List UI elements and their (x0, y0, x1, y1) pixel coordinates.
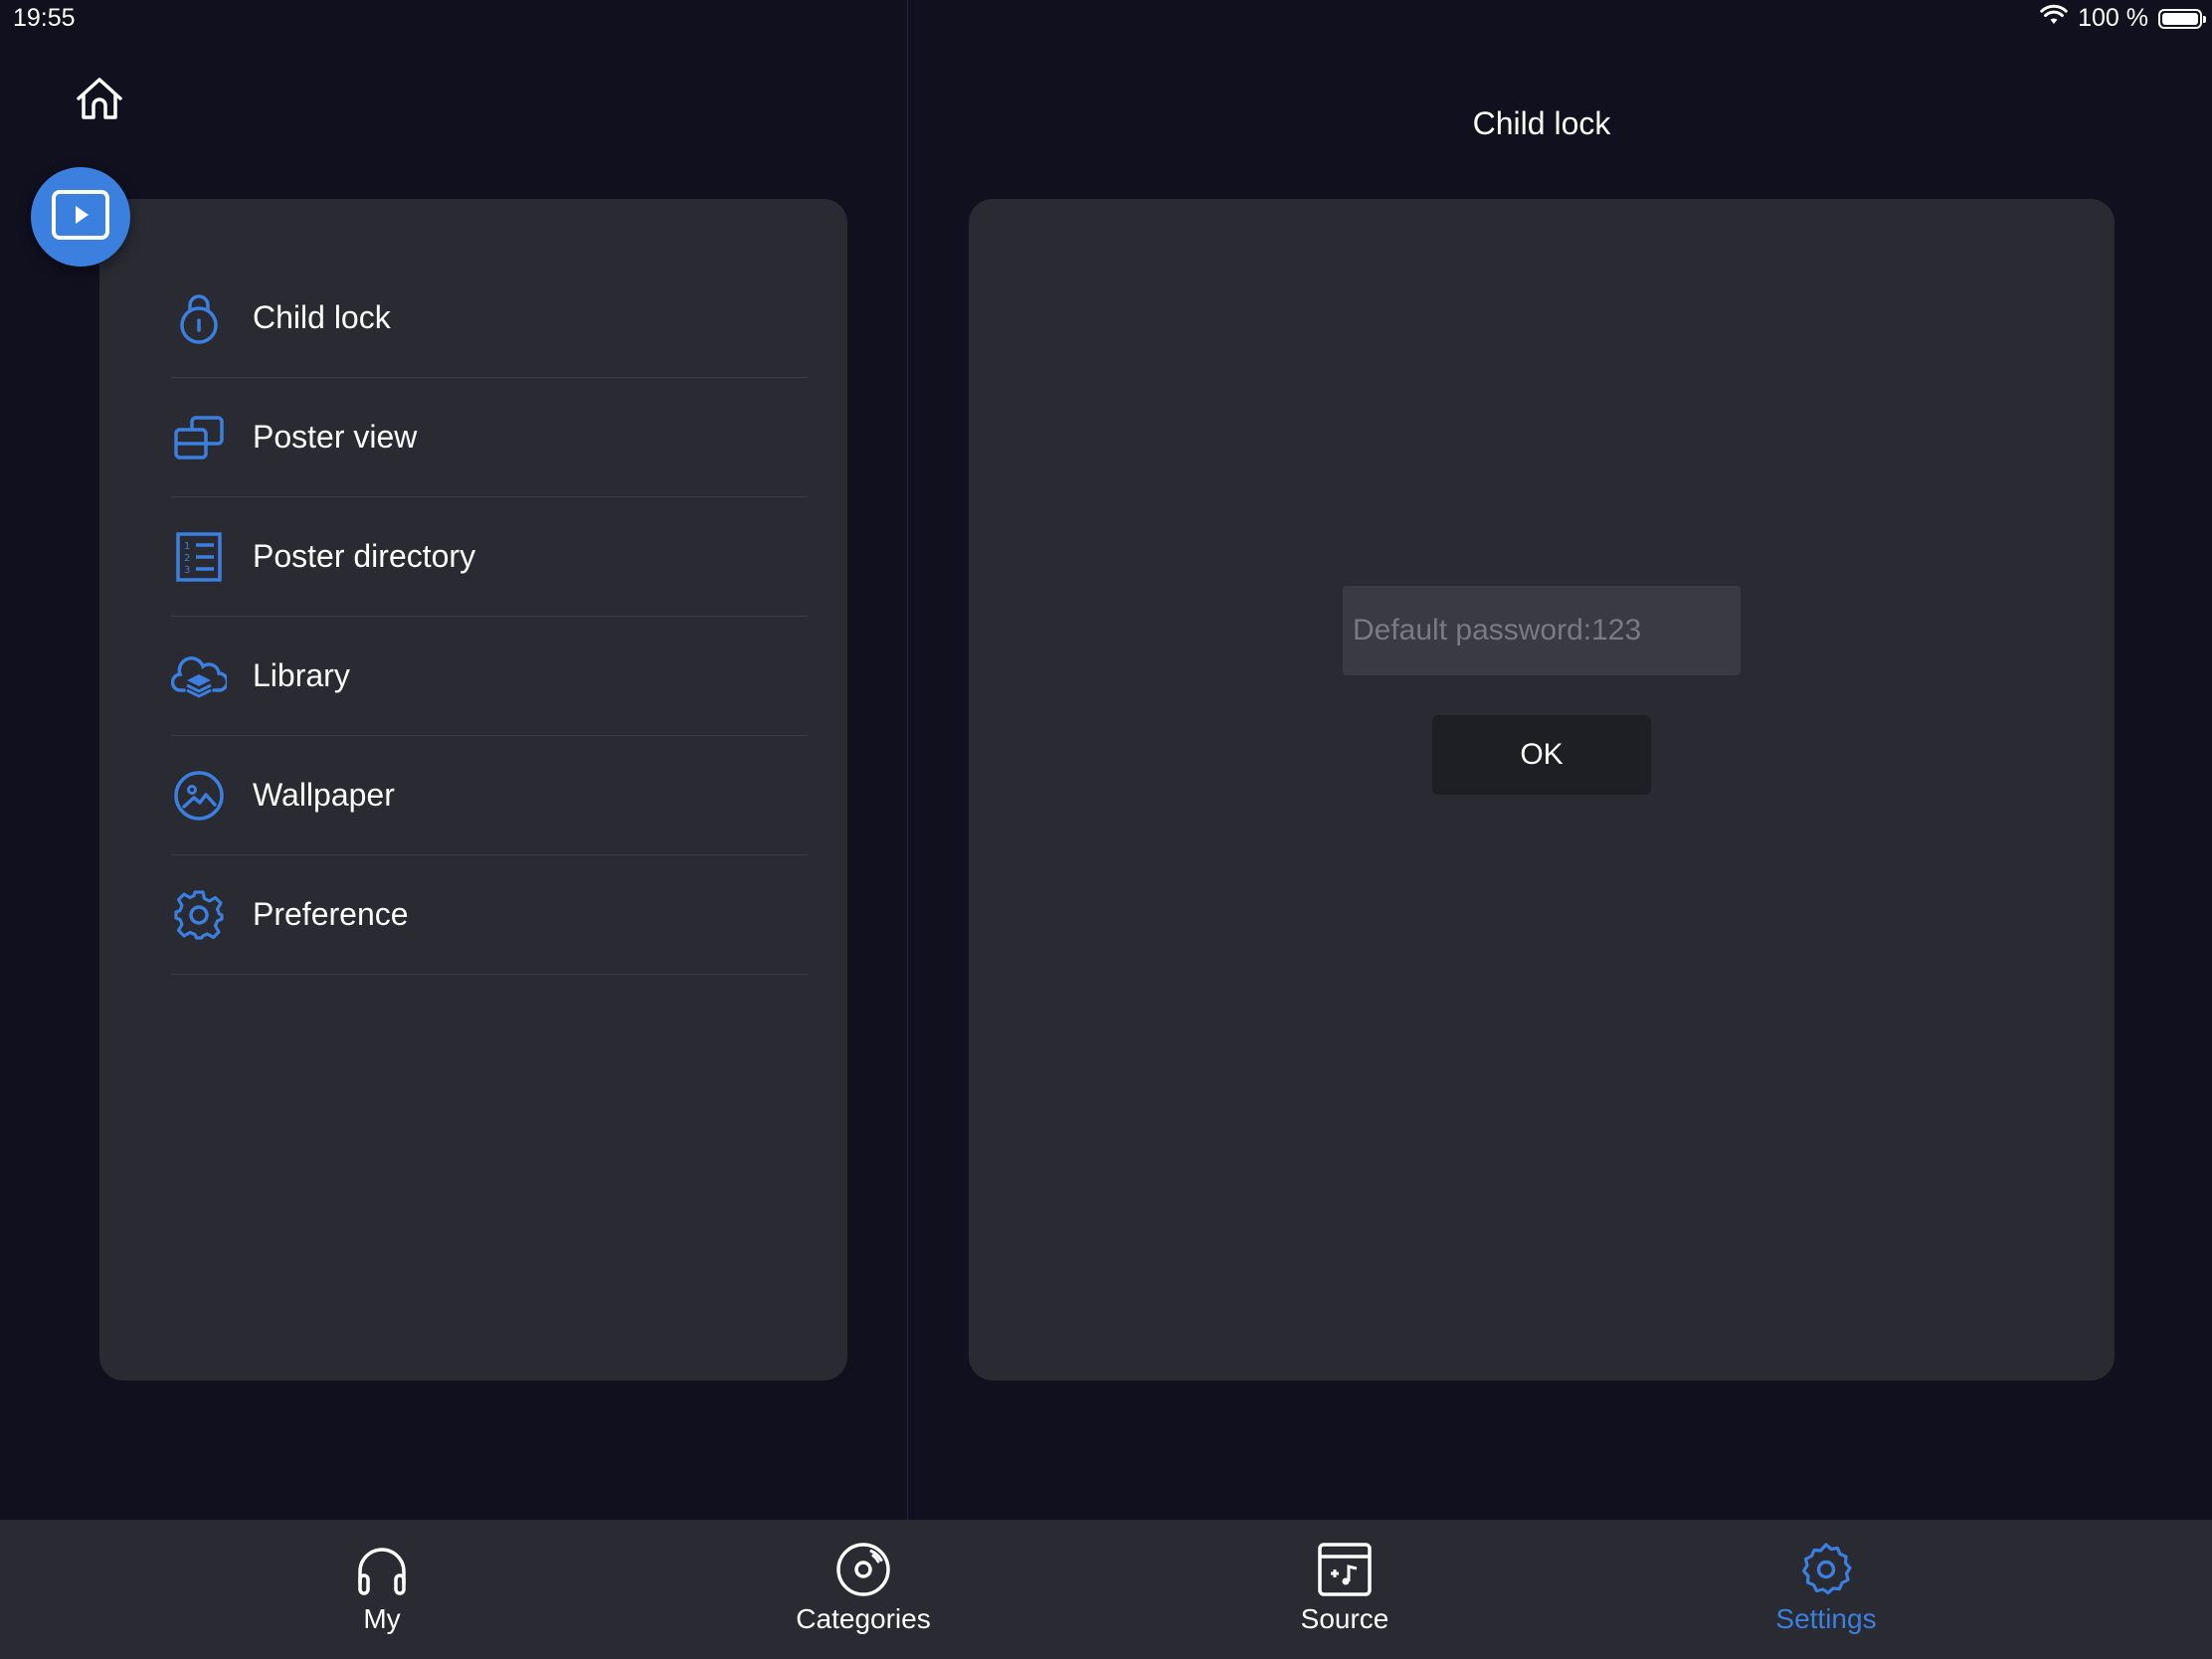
cloud-layers-icon (171, 648, 227, 704)
status-time: 19:55 (13, 4, 76, 32)
tab-label: Settings (1775, 1603, 1877, 1634)
menu-item-library[interactable]: Library (171, 617, 808, 736)
menu-item-wallpaper[interactable]: Wallpaper (171, 736, 808, 855)
menu-item-label: Preference (253, 896, 409, 932)
tab-label: My (363, 1603, 401, 1634)
tab-label: Categories (796, 1603, 931, 1634)
split-divider (907, 0, 908, 1520)
menu-item-label: Poster directory (253, 538, 476, 574)
tab-bar: My Categories Source Settings (0, 1520, 2212, 1659)
settings-menu-list: Child lock Poster view 1 2 3 Poster dire… (171, 259, 808, 975)
image-icon (171, 768, 227, 824)
password-input[interactable] (1343, 586, 1741, 675)
floating-play-button[interactable] (31, 167, 130, 267)
battery-icon (2158, 8, 2206, 29)
menu-item-label: Library (253, 657, 350, 693)
page-title: Child lock (1472, 105, 1611, 141)
settings-menu-panel: Child lock Poster view 1 2 3 Poster dire… (99, 199, 847, 1381)
battery-percent: 100 % (2078, 4, 2148, 32)
gear-icon (171, 887, 227, 943)
wifi-icon (2040, 4, 2068, 33)
numbered-list-icon: 1 2 3 (171, 529, 227, 585)
home-icon[interactable] (72, 72, 127, 127)
play-icon (51, 189, 110, 246)
menu-item-child-lock[interactable]: Child lock (171, 259, 808, 378)
music-folder-icon (1315, 1540, 1375, 1599)
menu-item-preference[interactable]: Preference (171, 855, 808, 975)
status-indicators: 100 % (2040, 4, 2206, 33)
poster-view-icon (171, 410, 227, 465)
lock-icon (171, 290, 227, 346)
menu-item-label: Wallpaper (253, 777, 395, 813)
menu-item-label: Child lock (253, 299, 391, 335)
tab-settings[interactable]: Settings (1585, 1520, 2067, 1659)
menu-item-poster-directory[interactable]: 1 2 3 Poster directory (171, 497, 808, 617)
tab-source[interactable]: Source (1104, 1520, 1585, 1659)
svg-text:1: 1 (184, 541, 190, 552)
menu-item-poster-view[interactable]: Poster view (171, 378, 808, 497)
menu-item-label: Poster view (253, 419, 418, 455)
ok-button[interactable]: OK (1432, 715, 1651, 795)
app-screen: 19:55 100 % Child lock Poster view 1 2 3… (0, 0, 2212, 1659)
tab-label: Source (1300, 1603, 1389, 1634)
svg-text:3: 3 (184, 565, 190, 576)
child-lock-panel: OK (969, 199, 2115, 1381)
disc-icon (833, 1540, 893, 1599)
tab-categories[interactable]: Categories (623, 1520, 1104, 1659)
gear-icon (1796, 1540, 1856, 1599)
svg-text:2: 2 (184, 553, 190, 564)
headphones-icon (352, 1540, 412, 1599)
tab-my[interactable]: My (141, 1520, 623, 1659)
